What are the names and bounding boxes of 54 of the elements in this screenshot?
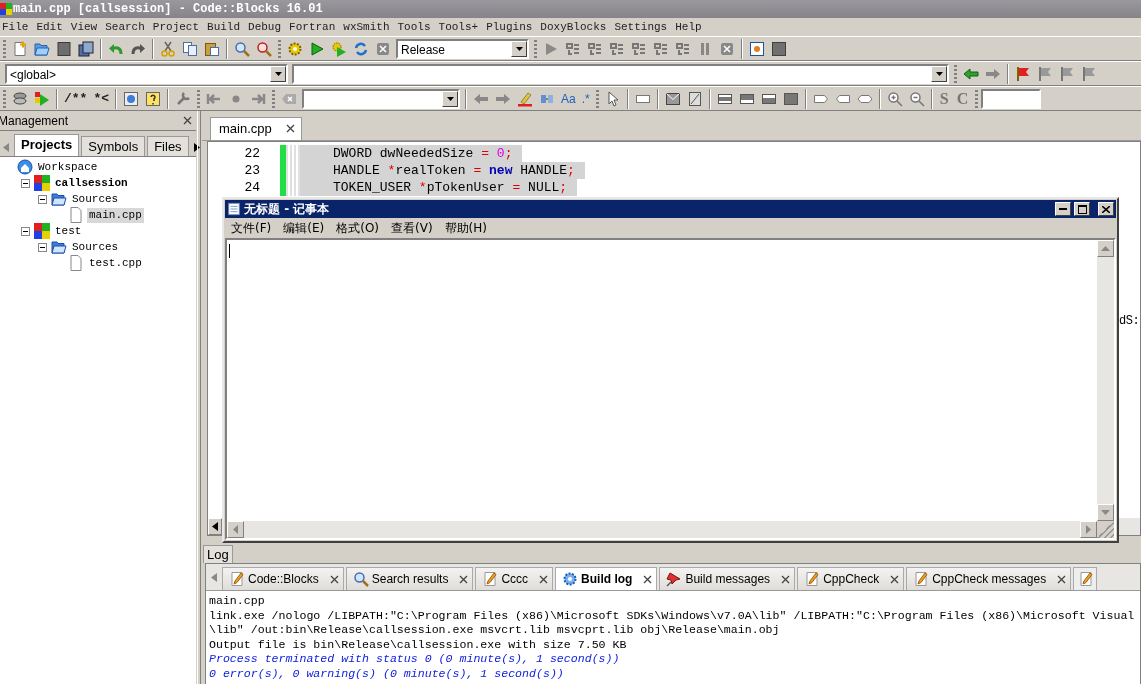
- scope-dropdown[interactable]: <global>: [5, 63, 288, 84]
- output-tab[interactable]: CppCheck messages: [906, 567, 1072, 590]
- menu-item[interactable]: Fortran: [289, 21, 336, 33]
- panel-tab[interactable]: Symbols: [81, 136, 146, 156]
- comment-button[interactable]: *<: [90, 91, 112, 106]
- log-line: link.exe /nologo /LIBPATH:"C:\Program Files (x86)\Microsoft SDKs\Windows\v7.0A\lib" /LIBPATH:"C:\Program Files (x86)\Microsoft Visual: [209, 608, 1136, 623]
- log-line: Process terminated with status 0 (0 minute(s), 1 second(s)): [209, 652, 621, 667]
- output-tab[interactable]: Code::Blocks: [222, 567, 344, 590]
- menu-item[interactable]: Plugins: [486, 21, 533, 33]
- menu-item[interactable]: Edit: [36, 21, 63, 33]
- menu-item[interactable]: Tools: [397, 21, 431, 33]
- editor-tab[interactable]: main.cpp: [210, 117, 302, 140]
- tree-item[interactable]: Sources: [70, 239, 121, 255]
- menu-item[interactable]: DoxyBlocks: [540, 21, 607, 33]
- tree-item[interactable]: callsession: [53, 175, 130, 191]
- comment-button[interactable]: /**: [61, 91, 91, 106]
- menu-item[interactable]: 格式(O): [336, 219, 380, 237]
- window-title: main.cpp [callsession] - Code::Blocks 16.01: [13, 2, 323, 16]
- tree-item[interactable]: Sources: [70, 191, 121, 207]
- menu-item[interactable]: Tools+: [438, 21, 479, 33]
- panel-tab[interactable]: Log: [203, 545, 233, 563]
- menu-item[interactable]: Debug: [248, 21, 282, 33]
- output-tab[interactable]: CppCheck: [797, 567, 905, 590]
- window-title: 无标题 - 记事本: [244, 200, 331, 218]
- menu-item[interactable]: File: [2, 21, 29, 33]
- log-line: main.cpp: [209, 594, 266, 609]
- menu-item[interactable]: Build: [207, 21, 241, 33]
- menu-item[interactable]: Help: [675, 21, 702, 33]
- code-fragment: dS:: [1119, 314, 1140, 328]
- panel-tab[interactable]: Files: [147, 136, 189, 156]
- log-line: \lib" /out:bin\Release\callsession.exe msvcrt.lib msvcprt.lib obj\Release\main.obj: [209, 623, 781, 638]
- search-option-button[interactable]: .*: [578, 91, 593, 106]
- menu-item[interactable]: 查看(V): [391, 219, 433, 237]
- output-tab[interactable]: Search results: [345, 567, 474, 590]
- tree-item[interactable]: main.cpp: [87, 207, 144, 223]
- panel-tab[interactable]: Projects: [14, 134, 80, 156]
- output-tab[interactable]: Build messages: [659, 567, 796, 590]
- log-line: 0 error(s), 0 warning(s) (0 minute(s), 1 second(s)): [209, 666, 565, 681]
- menu-item[interactable]: Search: [105, 21, 145, 33]
- menu-item[interactable]: Project: [152, 21, 200, 33]
- build-target-dropdown[interactable]: Release: [396, 38, 529, 59]
- output-tab[interactable]: Build log: [555, 567, 658, 590]
- tree-item[interactable]: test: [53, 223, 84, 239]
- menu-item[interactable]: 帮助(H): [444, 219, 487, 237]
- menu-item[interactable]: 文件(F): [231, 219, 272, 237]
- menu-item[interactable]: wxSmith: [343, 21, 390, 33]
- tree-item[interactable]: Workspace: [36, 159, 100, 175]
- log-line: Output file is bin\Release\callsession.exe with size 7.50 KB: [209, 637, 628, 652]
- output-tab[interactable]: Cccc: [475, 567, 554, 590]
- search-option-button[interactable]: Aa: [558, 91, 579, 106]
- tree-item[interactable]: test.cpp: [87, 255, 144, 271]
- menu-item[interactable]: Settings: [614, 21, 668, 33]
- menu-item[interactable]: 编辑(E): [283, 219, 325, 237]
- menu-item[interactable]: View: [70, 21, 98, 33]
